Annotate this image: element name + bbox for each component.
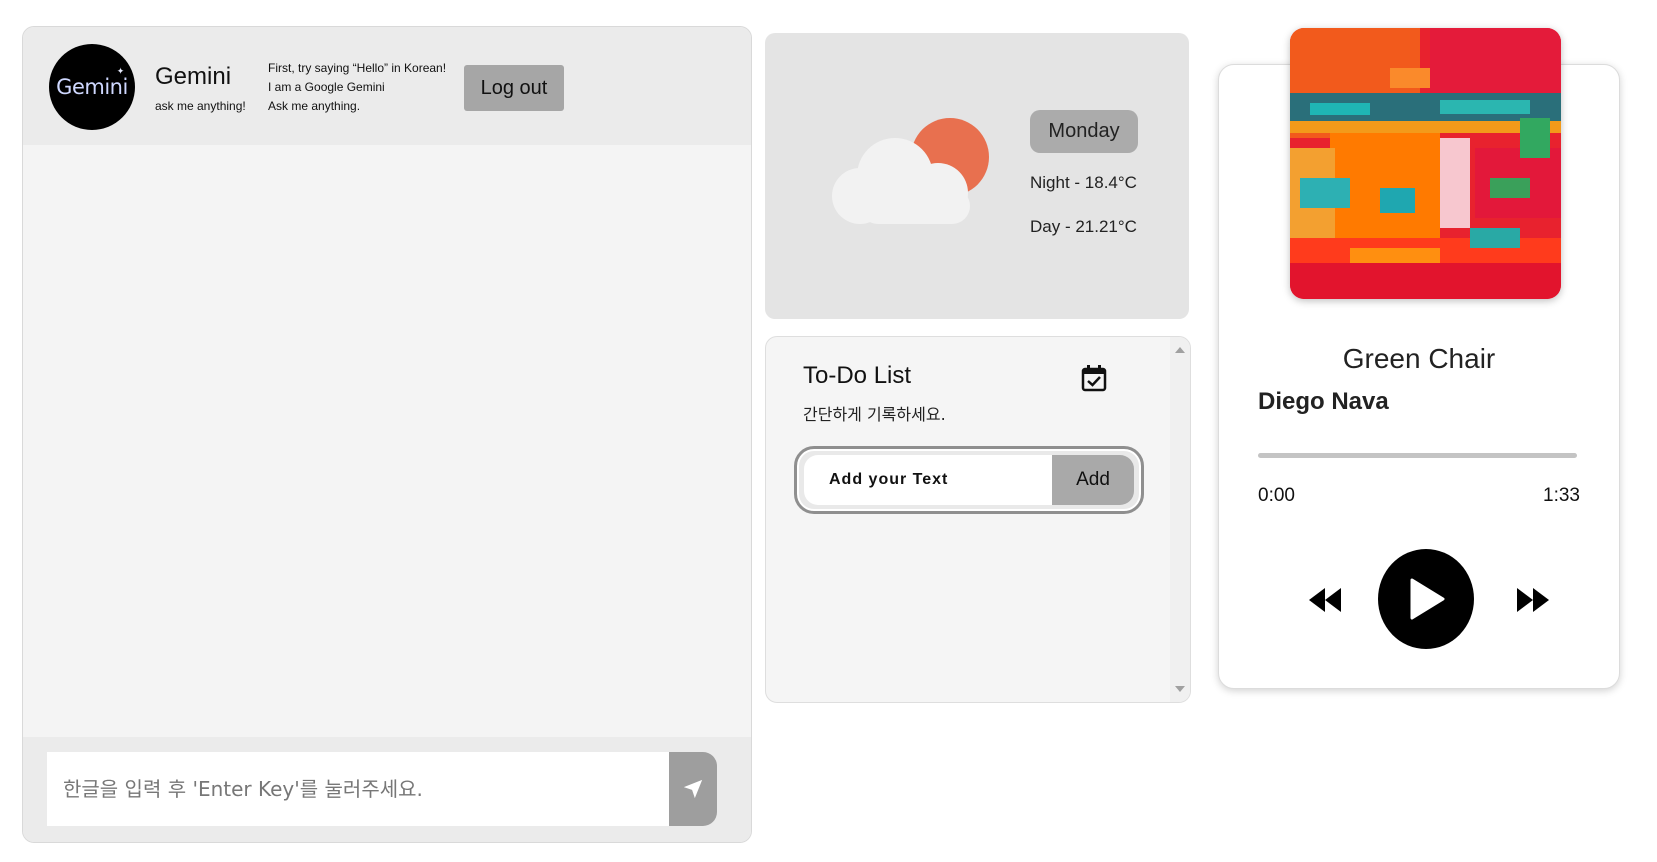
avatar: Gemini ✦ [49, 44, 135, 130]
todo-add-button[interactable]: Add [1052, 455, 1134, 505]
progress-bar[interactable] [1258, 453, 1577, 458]
play-button[interactable] [1378, 549, 1474, 649]
gemini-logo-text: Gemini [56, 75, 128, 99]
bot-name: Gemini [155, 63, 232, 90]
chat-footer [23, 737, 751, 842]
logout-button[interactable]: Log out [464, 65, 564, 111]
todo-subtitle: 간단하게 기록하세요. [803, 405, 946, 424]
description-line: Ask me anything. [268, 99, 361, 113]
todo-card: To-Do List 간단하게 기록하세요. Add [765, 336, 1191, 703]
scroll-down-arrow-icon[interactable] [1175, 686, 1185, 692]
play-icon [1410, 578, 1445, 620]
scroll-up-arrow-icon[interactable] [1175, 347, 1185, 353]
todo-input[interactable] [804, 455, 1052, 505]
todo-scrollbar[interactable] [1170, 337, 1190, 702]
send-icon [683, 779, 703, 799]
fast-forward-icon [1517, 588, 1549, 612]
calendar-check-icon [1081, 365, 1107, 392]
rewind-button[interactable] [1307, 586, 1345, 614]
gemini-logo: Gemini ✦ [56, 67, 128, 99]
description-line: I am a Google Gemini [268, 80, 385, 94]
partly-cloudy-icon [832, 118, 989, 224]
chat-panel: Gemini ✦ Gemini ask me anything! First, … [22, 26, 752, 843]
album-art-painting [1290, 28, 1561, 299]
album-art [1290, 28, 1561, 299]
chat-messages[interactable] [23, 145, 751, 737]
fast-forward-button[interactable] [1513, 586, 1551, 614]
send-button[interactable] [669, 752, 717, 826]
description-line: First, try saying “Hello” in Korean! [268, 61, 447, 75]
chat-input[interactable] [47, 752, 669, 826]
day-badge: Monday [1030, 110, 1138, 153]
rewind-icon [1309, 588, 1341, 612]
todo-title: To-Do List [803, 362, 912, 389]
bot-description: First, try saying “Hello” in Korean! I a… [268, 59, 446, 116]
day-temperature: Day - 21.21°C [1030, 217, 1137, 236]
total-time: 1:33 [1543, 485, 1580, 506]
song-title: Green Chair [1342, 343, 1496, 374]
current-time: 0:00 [1258, 485, 1295, 506]
night-temperature: Night - 18.4°C [1030, 173, 1137, 192]
weather-card: Monday Night - 18.4°C Day - 21.21°C [765, 33, 1189, 319]
sparkle-icon: ✦ [116, 67, 125, 77]
song-artist: Diego Nava [1258, 388, 1389, 415]
chat-header: Gemini ✦ Gemini ask me anything! First, … [23, 27, 751, 145]
todo-form: Add [794, 446, 1144, 514]
bot-tagline: ask me anything! [155, 99, 246, 113]
